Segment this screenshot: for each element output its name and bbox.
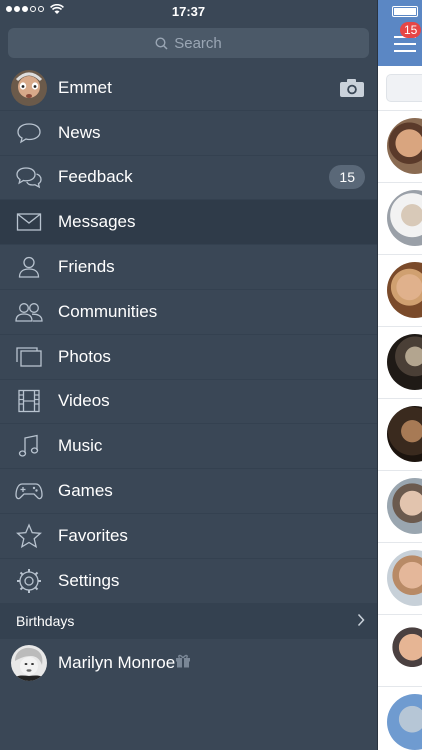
unread-badge: 15 xyxy=(400,22,422,38)
peek-header: 15 xyxy=(378,0,422,66)
photos-icon xyxy=(16,347,42,367)
divider xyxy=(378,110,422,111)
battery-icon xyxy=(392,6,418,17)
favorites-icon xyxy=(16,523,42,549)
menu-item-label: Settings xyxy=(58,570,120,590)
search-placeholder: Search xyxy=(174,34,222,52)
profile-avatar-wrap xyxy=(0,66,58,110)
birthday-person-name: Marilyn Monroe xyxy=(58,653,176,672)
status-time: 17:37 xyxy=(171,4,206,19)
feedback-badge: 15 xyxy=(329,165,365,190)
communities-icon xyxy=(15,302,43,322)
menu-item-settings[interactable]: Settings xyxy=(0,559,377,604)
avatar xyxy=(11,645,47,681)
search-input[interactable]: Search xyxy=(8,28,369,58)
divider xyxy=(378,182,422,183)
camera-button[interactable] xyxy=(339,78,365,98)
avatar xyxy=(11,69,47,106)
divider xyxy=(378,326,422,327)
menu-item-label: Messages xyxy=(58,212,136,232)
search-icon xyxy=(155,36,168,50)
birthdays-title: Birthdays xyxy=(16,613,75,629)
menu-item-label: Games xyxy=(58,481,113,501)
dialog-avatar[interactable] xyxy=(387,334,422,390)
menu-item-videos[interactable]: Videos xyxy=(0,380,377,425)
feedback-icon xyxy=(16,166,42,188)
birthday-person-row[interactable]: Marilyn Monroe xyxy=(0,640,377,686)
gift-icon xyxy=(176,654,191,668)
dialog-avatar[interactable] xyxy=(387,622,422,678)
peek-search-input[interactable] xyxy=(386,74,422,102)
messages-panel-peek[interactable]: 15 xyxy=(377,0,422,750)
divider xyxy=(378,398,422,399)
menu-item-friends[interactable]: Friends xyxy=(0,245,377,290)
status-bar: 17:37 xyxy=(0,0,377,24)
divider xyxy=(378,254,422,255)
profile-row[interactable]: Emmet xyxy=(0,66,377,111)
birthdays-header[interactable]: Birthdays xyxy=(0,603,377,639)
gift-button[interactable] xyxy=(175,653,191,673)
dialog-avatar[interactable] xyxy=(387,262,422,318)
camera-icon xyxy=(340,78,364,97)
games-icon xyxy=(15,483,43,500)
chevron-right-icon xyxy=(357,613,365,627)
menu-item-communities[interactable]: Communities xyxy=(0,290,377,335)
menu-item-label: News xyxy=(58,122,101,142)
profile-name: Emmet xyxy=(58,77,112,97)
menu-list: Emmet News Feedback 15 Messages Friends … xyxy=(0,66,377,604)
news-icon xyxy=(17,123,41,144)
menu-item-favorites[interactable]: Favorites xyxy=(0,514,377,559)
settings-icon xyxy=(17,568,41,593)
music-icon xyxy=(18,434,39,457)
dialog-avatar[interactable] xyxy=(387,190,422,246)
friends-icon xyxy=(18,256,40,278)
menu-icon[interactable] xyxy=(394,36,416,57)
menu-item-label: Videos xyxy=(58,391,110,411)
dialog-avatar[interactable] xyxy=(387,478,422,534)
menu-item-messages[interactable]: Messages xyxy=(0,200,377,246)
menu-item-games[interactable]: Games xyxy=(0,469,377,514)
dialog-avatar[interactable] xyxy=(387,550,422,606)
birthday-avatar-wrap xyxy=(0,645,58,681)
dialog-avatar[interactable] xyxy=(387,694,422,750)
menu-item-label: Friends xyxy=(58,257,115,277)
menu-item-photos[interactable]: Photos xyxy=(0,335,377,380)
divider xyxy=(378,614,422,615)
menu-item-label: Music xyxy=(58,436,103,456)
videos-icon xyxy=(18,390,40,413)
sidebar: 17:37 Search Emmet News Feedback 15 Mess… xyxy=(0,0,377,750)
menu-item-music[interactable]: Music xyxy=(0,424,377,470)
divider xyxy=(378,542,422,543)
menu-item-label: Favorites xyxy=(58,525,128,545)
menu-item-label: Photos xyxy=(58,346,111,366)
divider xyxy=(378,686,422,687)
menu-item-label: Feedback xyxy=(58,167,133,187)
menu-item-news[interactable]: News xyxy=(0,111,377,156)
dialog-avatar[interactable] xyxy=(387,118,422,174)
menu-item-label: Communities xyxy=(58,301,158,321)
divider xyxy=(378,470,422,471)
menu-item-feedback[interactable]: Feedback 15 xyxy=(0,156,377,201)
dialog-avatar[interactable] xyxy=(387,406,422,462)
messages-icon xyxy=(16,213,42,231)
